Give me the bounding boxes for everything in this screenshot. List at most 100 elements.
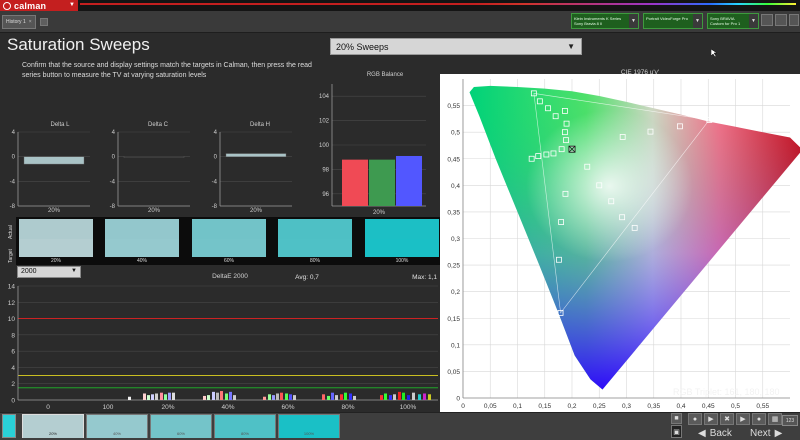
y-tick-label: 0	[12, 155, 16, 161]
deltae-bar	[263, 396, 266, 400]
deltae-bar	[229, 391, 232, 400]
x-tick-label: 20%	[161, 404, 174, 411]
y-tick-label: 0,45	[447, 156, 460, 163]
y-tick-label: 0,4	[451, 183, 460, 190]
deltae-bar	[393, 394, 396, 400]
current-patch-swatch[interactable]	[2, 414, 16, 438]
settings-button[interactable]	[775, 14, 787, 26]
add-tab-button[interactable]	[40, 18, 48, 26]
patch-thumbnail[interactable]: 80%	[214, 414, 276, 438]
record-button[interactable]: ●	[752, 413, 766, 425]
y-tick-label: 0,55	[447, 103, 460, 110]
patch-thumbnail-color	[279, 415, 339, 430]
delta-bar	[123, 156, 185, 158]
x-tick-label: 0,55	[756, 403, 769, 410]
x-tick-label: 100	[103, 404, 114, 411]
x-tick-label: 0,35	[647, 403, 660, 410]
calman-logo-icon	[3, 1, 11, 10]
y-tick-label: 4	[112, 130, 116, 136]
deltae-bar	[207, 395, 210, 400]
target-actual-label: Target Actual	[8, 225, 14, 263]
chevron-down-icon[interactable]: ▼	[749, 14, 758, 28]
x-tick-label: 20%	[250, 208, 263, 214]
patch-thumbnail-label: 20%	[23, 430, 83, 438]
patch-thumbnail-label: 80%	[215, 430, 275, 438]
chevron-down-icon[interactable]: ▼	[629, 14, 638, 28]
deltae-bar	[268, 394, 271, 400]
y-tick-label: 8	[11, 332, 15, 339]
deltae-bar	[212, 391, 215, 400]
read-button[interactable]: ●	[688, 413, 702, 425]
y-tick-label: 0,3	[451, 236, 460, 243]
meter-device-selector[interactable]: Klein Instruments K Series Sony Bravia 8…	[571, 13, 639, 29]
y-tick-label: 4	[214, 130, 218, 136]
close-icon[interactable]: ×	[29, 19, 32, 25]
swatch-label: 100%	[395, 258, 409, 264]
swatch-pair: 80%	[278, 219, 352, 264]
deltae-plot-area	[18, 286, 438, 400]
deltae-bar	[280, 392, 283, 400]
delete-button[interactable]: ✖	[720, 413, 734, 425]
deltae-bar	[147, 395, 150, 400]
deltae-bar	[293, 395, 296, 400]
x-tick-label: 40%	[221, 404, 234, 411]
swatch-pair: 60%	[192, 219, 266, 264]
continuous-button[interactable]: ▣	[671, 425, 682, 438]
device-line2: Sony Bravia 8 II	[574, 21, 603, 26]
cie-title: CIE 1976 u'v'	[621, 69, 659, 76]
y-tick-label: 0,5	[451, 130, 460, 137]
patch-thumbnail-label: 60%	[151, 430, 211, 438]
power-button[interactable]	[789, 14, 799, 26]
y-tick-label: 96	[322, 192, 329, 198]
stop-button[interactable]: ■	[671, 413, 682, 424]
read-series-button[interactable]: ▶	[704, 413, 718, 425]
deltae-bar	[164, 394, 167, 400]
x-tick-label: 0,05	[484, 403, 497, 410]
y-tick-label: 4	[11, 365, 15, 372]
actual-label: Actual	[8, 225, 14, 239]
device-line1: Portrait VideoForge Pro	[646, 16, 688, 21]
monitor-button[interactable]	[761, 14, 773, 26]
deltae-bar	[398, 391, 401, 400]
y-tick-label: 0,35	[447, 209, 460, 216]
source-device-selector[interactable]: Portrait VideoForge Pro ▼	[643, 13, 703, 29]
swatch-target	[105, 239, 179, 257]
next-button[interactable]: Next ▶	[750, 426, 798, 440]
calman-menu-button[interactable]: calman ▼	[0, 0, 78, 11]
patch-thumbnail[interactable]: 40%	[86, 414, 148, 438]
swatch-target	[19, 239, 93, 257]
y-tick-label: 6	[11, 349, 15, 356]
patch-thumbnail[interactable]: 20%	[22, 414, 84, 438]
deltae-bar	[384, 393, 387, 400]
chevron-down-icon[interactable]: ▼	[693, 14, 702, 28]
deltae-bar	[216, 392, 219, 400]
deltae-bar	[322, 394, 325, 400]
x-tick-label: 0	[46, 404, 50, 411]
next-label: Next	[750, 427, 771, 439]
swatch-actual	[365, 219, 439, 239]
deltae-bar	[225, 393, 228, 400]
patch-thumbnail-color	[215, 415, 275, 430]
patch-thumbnail[interactable]: 100%	[278, 414, 340, 438]
y-tick-label: -8	[10, 204, 16, 210]
y-tick-label: 2	[11, 381, 15, 388]
deltae-bar	[412, 392, 415, 400]
tab-history-label: History 1	[6, 19, 26, 25]
chevron-right-icon: ▶	[774, 427, 783, 439]
y-tick-label: 0,2	[451, 289, 460, 296]
swatch-pair: 40%	[105, 219, 179, 264]
grid-button[interactable]: ▦	[768, 413, 782, 425]
sweep-select[interactable]: 20% Sweeps ▼	[330, 38, 582, 55]
x-tick-label: 60%	[281, 404, 294, 411]
y-tick-label: -8	[110, 204, 116, 210]
deltae-bar	[172, 392, 175, 400]
rgb-balance-chart: 104 102 100 98 96 20%	[319, 84, 426, 216]
swatch-target	[278, 239, 352, 257]
rgb-triplet-readout: RGB Triplet: 161, 180, 180	[673, 387, 780, 397]
patch-thumbnail[interactable]: 60%	[150, 414, 212, 438]
deltae-bar	[331, 392, 334, 400]
back-button[interactable]: ◀ Back	[698, 426, 742, 440]
tab-history[interactable]: History 1 ×	[2, 15, 36, 29]
display-device-selector[interactable]: Sony BRAVIA Custom for Pro 1 ▼	[707, 13, 759, 29]
play-button[interactable]: ▶	[736, 413, 750, 425]
